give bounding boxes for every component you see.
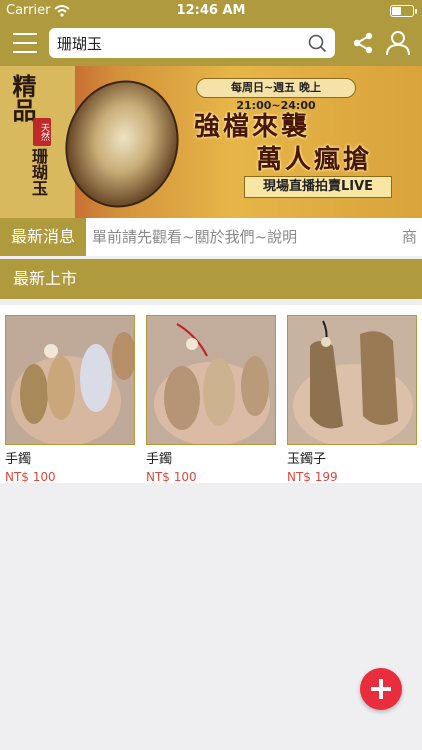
news-label: 最新消息	[0, 218, 86, 256]
product-card[interactable]: 手鐲 NT$ 100	[5, 315, 135, 484]
product-price: NT$ 100	[146, 470, 197, 484]
banner-calligraphy-bottom: 珊瑚玉	[29, 148, 48, 196]
nav-bar	[0, 22, 422, 66]
banner-slogan-line1: 強檔來襲	[194, 112, 311, 142]
product-card[interactable]: 玉鐲子 NT$ 199	[287, 315, 417, 484]
banner-schedule: 每周日~週五 晚上21:00~24:00	[196, 78, 356, 112]
product-name: 玉鐲子	[287, 452, 327, 467]
search-input[interactable]	[57, 33, 297, 53]
status-bar: Carrier 12:46 AM	[0, 0, 422, 22]
user-icon[interactable]	[386, 30, 410, 56]
product-grid: 手鐲 NT$ 100 手鐲 NT$ 100 玉鐲子 NT$ 199	[0, 305, 422, 484]
product-price: NT$ 100	[5, 470, 56, 484]
news-ticker-text[interactable]: 單前請先觀看~關於我們~說明	[92, 218, 400, 256]
menu-icon[interactable]	[13, 30, 37, 56]
banner-slogan-line2: 萬人瘋搶	[256, 145, 373, 175]
product-image[interactable]	[5, 315, 135, 445]
news-ticker[interactable]: 最新消息 單前請先觀看~關於我們~說明 商	[0, 218, 422, 256]
search-icon[interactable]	[307, 33, 327, 53]
clock: 12:46 AM	[176, 3, 246, 18]
news-ticker-next: 商	[402, 228, 418, 246]
search-bar[interactable]	[49, 28, 335, 58]
banner-calligraphy-top: 精品	[8, 74, 37, 122]
product-price: NT$ 199	[287, 470, 338, 484]
product-card[interactable]: 手鐲 NT$ 100	[146, 315, 276, 484]
product-image[interactable]	[146, 315, 276, 445]
section-title: 最新上市	[0, 259, 422, 299]
product-image[interactable]	[287, 315, 417, 445]
battery-icon	[390, 5, 417, 17]
share-icon[interactable]	[351, 31, 375, 55]
banner-stamp: 天然	[33, 118, 51, 146]
add-button[interactable]	[360, 668, 402, 710]
product-name: 手鐲	[146, 452, 173, 467]
promo-banner[interactable]: 精品 天然 珊瑚玉 每周日~週五 晚上21:00~24:00 強檔來襲 萬人瘋搶…	[0, 66, 422, 218]
product-name: 手鐲	[5, 452, 32, 467]
banner-live-label: 現場直播拍賣LIVE	[244, 176, 392, 198]
